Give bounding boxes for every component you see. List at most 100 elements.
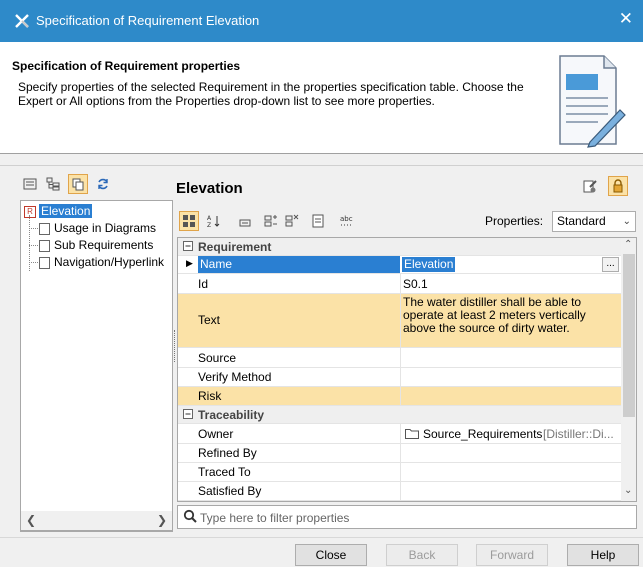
property-label: Name: [198, 256, 400, 273]
forward-button[interactable]: Forward: [476, 544, 548, 566]
property-value-cell[interactable]: [400, 348, 621, 367]
property-value-cell[interactable]: Source_Requirements [Distiller::Di...: [400, 424, 621, 443]
collapse-icon[interactable]: [235, 213, 255, 233]
name-value-field[interactable]: Elevation: [402, 257, 456, 272]
scroll-up-icon[interactable]: ⌃: [624, 239, 632, 250]
ellipsis-button[interactable]: ...: [602, 257, 619, 272]
panel-splitter-handle[interactable]: [174, 330, 176, 362]
scrollbar-thumb[interactable]: [623, 254, 635, 417]
specification-tree[interactable]: R Elevation Usage in Diagrams Sub Require…: [20, 200, 173, 532]
section-separator: [0, 155, 643, 166]
folder-icon: [405, 428, 419, 442]
category-row-traceability[interactable]: Traceability: [178, 406, 621, 424]
tree-horizontal-scrollbar[interactable]: ❮ ❯: [20, 511, 173, 531]
scroll-right-icon[interactable]: ❯: [157, 513, 167, 527]
help-button[interactable]: Help: [567, 544, 639, 566]
property-row-source[interactable]: Source: [178, 348, 621, 368]
property-value-cell[interactable]: [400, 482, 621, 500]
collapse-category-icon[interactable]: [183, 408, 193, 422]
lock-icon[interactable]: [608, 176, 628, 196]
properties-label: Properties:: [485, 214, 544, 228]
header-description: Specify properties of the selected Requi…: [18, 80, 524, 108]
document-edit-icon: [559, 55, 626, 148]
close-window-icon[interactable]: ✕: [619, 9, 633, 29]
property-row-owner[interactable]: Owner Source_Requirements [Distiller::Di…: [178, 424, 621, 444]
sort-alphabetical-icon[interactable]: AZ: [204, 211, 224, 231]
scroll-down-icon[interactable]: ⌄: [624, 485, 632, 496]
tree-item-label: Elevation: [39, 204, 93, 218]
property-row-refined-by[interactable]: Refined By: [178, 444, 621, 463]
tree-item-label: Sub Requirements: [54, 238, 154, 252]
tree-item-navigation-hyperlinks[interactable]: Navigation/Hyperlink: [39, 254, 164, 271]
property-value-cell[interactable]: [400, 387, 621, 405]
property-value: Source_Requirements: [423, 427, 543, 441]
back-button[interactable]: Back: [386, 544, 458, 566]
description-header: Specification of Requirement properties …: [0, 42, 643, 154]
window-title: Specification of Requirement Elevation: [36, 13, 260, 28]
property-value: S0.1: [403, 277, 428, 291]
page-icon: [39, 239, 50, 252]
property-value-cell[interactable]: [400, 368, 621, 386]
property-value-cell[interactable]: [400, 463, 621, 481]
element-title: Elevation: [176, 180, 243, 197]
property-label: Traced To: [198, 465, 251, 479]
property-value: The water distiller shall be able to ope…: [403, 295, 586, 335]
tree-item-sub-requirements[interactable]: Sub Requirements: [39, 237, 153, 254]
filter-properties-input[interactable]: Type here to filter properties: [177, 505, 637, 529]
tree-connector: [29, 262, 38, 263]
page-icon: [39, 256, 50, 269]
requirement-icon: R: [24, 205, 36, 218]
property-row-id[interactable]: Id S0.1: [178, 274, 621, 294]
property-label: Verify Method: [198, 370, 272, 384]
tree-connector: [29, 245, 38, 246]
property-label: Owner: [198, 427, 234, 441]
property-label: Text: [198, 313, 221, 327]
property-label: Refined By: [198, 446, 257, 460]
property-row-verify-method[interactable]: Verify Method: [178, 368, 621, 387]
category-label: Requirement: [198, 240, 272, 254]
properties-toolbar: AZ abc Properties: Standard ⌄: [177, 208, 637, 236]
categorized-view-icon[interactable]: [179, 211, 199, 231]
property-row-text[interactable]: Text The water distiller shall be able t…: [178, 294, 621, 348]
tree-item-usage-in-diagrams[interactable]: Usage in Diagrams: [39, 220, 156, 237]
close-button[interactable]: Close: [295, 544, 367, 566]
edit-lock-icon[interactable]: [580, 176, 600, 196]
property-value-cell[interactable]: The water distiller shall be able to ope…: [400, 294, 621, 347]
properties-mode-select[interactable]: Standard ⌄: [552, 211, 636, 232]
refresh-icon[interactable]: [93, 174, 113, 194]
svg-text:A: A: [207, 215, 212, 222]
properties-mode-value: Standard: [557, 214, 606, 228]
category-row-requirement[interactable]: Requirement: [178, 238, 621, 256]
property-label: Satisfied By: [198, 484, 262, 498]
header-title: Specification of Requirement properties: [12, 59, 241, 73]
document-icon[interactable]: [308, 211, 328, 231]
list-view-icon[interactable]: [20, 174, 40, 194]
scroll-left-icon[interactable]: ❮: [26, 513, 36, 527]
page-icon: [39, 222, 50, 235]
property-row-risk[interactable]: Risk: [178, 387, 621, 406]
title-bar: Specification of Requirement Elevation ✕: [0, 0, 643, 42]
property-value-cell[interactable]: [400, 444, 621, 462]
grid-vertical-scrollbar[interactable]: ⌃ ⌄: [621, 238, 636, 501]
expand-all-icon[interactable]: [261, 211, 281, 231]
collapse-all-icon[interactable]: [282, 211, 302, 231]
current-row-indicator-icon: ▶: [186, 258, 193, 268]
spell-check-icon[interactable]: abc: [337, 211, 357, 231]
property-row-traced-to[interactable]: Traced To: [178, 463, 621, 482]
category-label: Traceability: [198, 408, 265, 422]
magicdraw-app-icon: [15, 14, 29, 28]
property-row-satisfied-by[interactable]: Satisfied By: [178, 482, 621, 501]
tree-item-label: Navigation/Hyperlink: [54, 255, 165, 269]
property-row-name[interactable]: ▶ Name Elevation ...: [178, 256, 621, 274]
owner-qualified-path: [Distiller::Di...: [543, 427, 614, 441]
tree-view-icon[interactable]: [43, 174, 63, 194]
properties-grid[interactable]: Requirement ▶ Name Elevation ... Id S0.1…: [177, 237, 637, 502]
copy-icon[interactable]: [68, 174, 88, 194]
tree-item-label: Usage in Diagrams: [54, 221, 157, 235]
property-value-cell[interactable]: S0.1: [400, 274, 621, 293]
collapse-category-icon[interactable]: [183, 240, 193, 254]
svg-text:abc: abc: [340, 215, 353, 223]
property-label: Risk: [198, 389, 222, 403]
property-label: Id: [198, 277, 209, 291]
tree-item-elevation[interactable]: R Elevation: [24, 203, 93, 220]
